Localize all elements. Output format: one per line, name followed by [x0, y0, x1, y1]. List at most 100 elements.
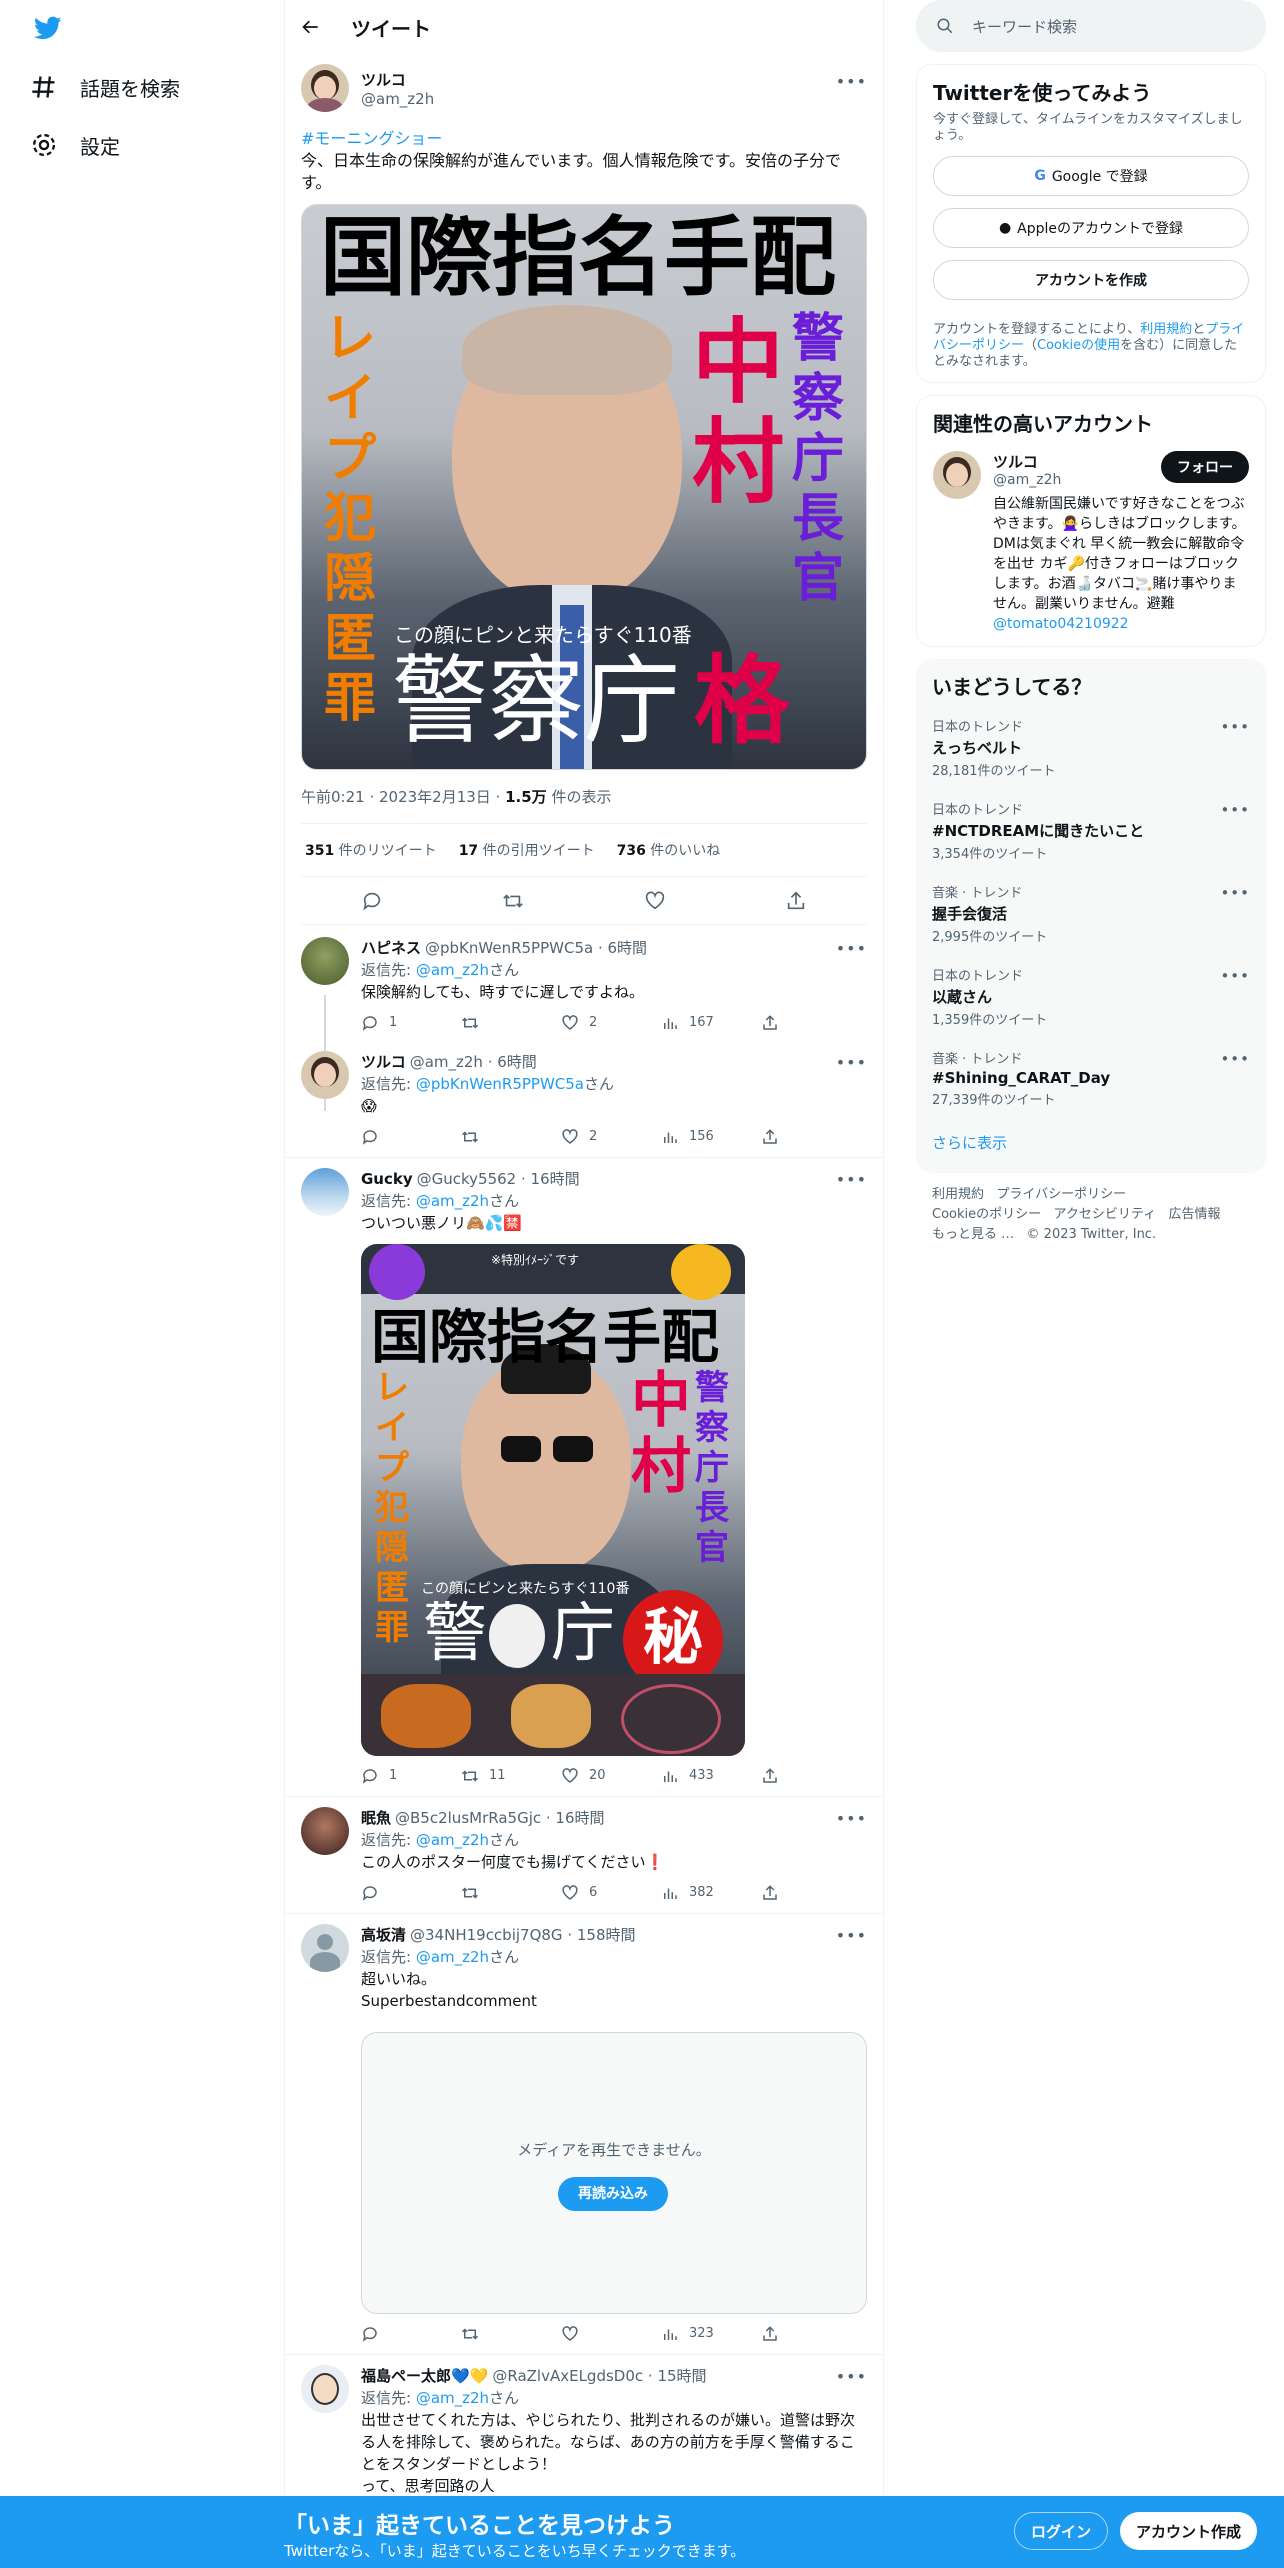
reply-author-name[interactable]: ハピネス: [361, 937, 421, 959]
share-icon[interactable]: [785, 890, 807, 912]
avatar[interactable]: [301, 1924, 349, 1972]
more-icon[interactable]: •••: [1220, 801, 1250, 819]
back-arrow-icon[interactable]: [301, 17, 321, 37]
hashtag-link[interactable]: #モーニングショー: [301, 129, 442, 148]
nav-explore[interactable]: 話題を検索: [30, 64, 180, 110]
reload-button[interactable]: 再読み込み: [558, 2177, 668, 2211]
avatar[interactable]: [301, 937, 349, 985]
more-icon[interactable]: •••: [836, 1170, 867, 1189]
views-button[interactable]: 382: [661, 1882, 761, 1904]
reply-image[interactable]: ※特別ｲﾒｰｼﾞです 国際指名手配 レイプ犯隠匿罪 警察庁長官 中村 この顔にピ…: [361, 1244, 745, 1756]
login-button[interactable]: ログイン: [1014, 2512, 1109, 2550]
search-input[interactable]: キーワード検索: [972, 16, 1077, 37]
like-button[interactable]: 2: [561, 1012, 661, 1034]
more-icon[interactable]: •••: [836, 72, 867, 91]
retweets-stat[interactable]: 351 件のリツイート: [305, 840, 437, 860]
reply-tweet[interactable]: ツルコ @am_z2h · 6時間 返信先: @pbKnWenR5PPWC5aさん…: [285, 1043, 883, 1158]
follow-button[interactable]: フォロー: [1161, 451, 1249, 483]
views-button[interactable]: 167: [661, 1012, 761, 1034]
reply-author-name[interactable]: 福島ペー太郎💙💛: [361, 2365, 488, 2387]
footer-cookie[interactable]: Cookieのポリシー: [932, 1207, 1041, 1222]
trend-item[interactable]: 日本のトレンド えっちベルト 28,181件のツイート •••: [932, 706, 1250, 789]
reply-button[interactable]: 1: [361, 1765, 461, 1787]
reply-author-handle[interactable]: @pbKnWenR5PPWC5a · 6時間: [425, 937, 647, 959]
tweet-image[interactable]: 国際指名手配 レイプ犯隠匿罪 警察庁長官 中村 この顔にピンと来たらすぐ110番…: [301, 204, 867, 770]
footer-ads[interactable]: 広告情報: [1169, 1207, 1221, 1222]
more-icon[interactable]: •••: [1220, 967, 1250, 985]
footer-accessibility[interactable]: アクセシビリティ: [1054, 1207, 1157, 1222]
reply-to-link[interactable]: @am_z2h: [416, 1948, 489, 1966]
reply-author-handle[interactable]: @Gucky5562 · 16時間: [417, 1168, 580, 1190]
reply-icon[interactable]: [361, 890, 383, 912]
views-button[interactable]: 323: [661, 2323, 761, 2345]
reply-to-link[interactable]: @pbKnWenR5PPWC5a: [416, 1075, 584, 1093]
reply-to-link[interactable]: @am_z2h: [416, 1831, 489, 1849]
reply-tweet[interactable]: ハピネス @pbKnWenR5PPWC5a · 6時間 返信先: @am_z2hさ…: [285, 925, 883, 1111]
reply-author-handle[interactable]: @B5c2lusMrRa5Gjc · 16時間: [395, 1807, 604, 1829]
nav-settings[interactable]: 設定: [30, 122, 120, 168]
quotes-stat[interactable]: 17 件の引用ツイート: [459, 840, 595, 860]
reply-button[interactable]: [361, 2325, 461, 2343]
reply-tweet[interactable]: 高坂清 @34NH19ccbij7Q8G · 158時間 返信先: @am_z2h…: [285, 1914, 883, 2355]
retweet-button[interactable]: 11: [461, 1765, 561, 1787]
like-icon[interactable]: [644, 890, 666, 912]
share-button[interactable]: [761, 1014, 861, 1032]
like-button[interactable]: 6: [561, 1882, 661, 1904]
avatar[interactable]: [301, 1051, 349, 1099]
more-icon[interactable]: •••: [1220, 1050, 1250, 1068]
reply-author-name[interactable]: Gucky: [361, 1168, 413, 1190]
reply-button[interactable]: [361, 1884, 461, 1902]
signup-button[interactable]: アカウント作成: [1120, 2512, 1258, 2550]
retweet-button[interactable]: [461, 2325, 561, 2343]
reply-button[interactable]: 1: [361, 1012, 461, 1034]
views-button[interactable]: 156: [661, 1126, 761, 1148]
views-button[interactable]: 433: [661, 1765, 761, 1787]
more-icon[interactable]: •••: [836, 939, 867, 958]
avatar[interactable]: [301, 1168, 349, 1216]
reply-to-link[interactable]: @am_z2h: [416, 2389, 489, 2407]
avatar[interactable]: [933, 451, 981, 499]
share-button[interactable]: [761, 1128, 861, 1146]
reply-author-handle[interactable]: @RaZlvAxELgdsD0c · 15時間: [492, 2365, 706, 2387]
reply-tweet[interactable]: 福島ペー太郎💙💛 @RaZlvAxELgdsD0c · 15時間 返信先: @am…: [285, 2355, 883, 2497]
like-button[interactable]: 20: [561, 1765, 661, 1787]
avatar[interactable]: [301, 64, 349, 112]
reply-author-handle[interactable]: @34NH19ccbij7Q8G · 158時間: [410, 1924, 635, 1946]
create-account-button[interactable]: アカウントを作成: [933, 260, 1249, 300]
footer-terms[interactable]: 利用規約: [932, 1187, 984, 1202]
reply-author-name[interactable]: 眠魚: [361, 1807, 391, 1829]
more-icon[interactable]: •••: [836, 1926, 867, 1945]
more-icon[interactable]: •••: [836, 2367, 867, 2386]
apple-signup-button[interactable]: ● Appleのアカウントで登録: [933, 208, 1249, 248]
retweet-button[interactable]: [461, 1884, 561, 1902]
reply-tweet[interactable]: Gucky @Gucky5562 · 16時間 返信先: @am_z2hさん つい…: [285, 1158, 883, 1797]
google-signup-button[interactable]: G Google で登録: [933, 156, 1249, 196]
cookie-link[interactable]: Cookieの使用: [1037, 338, 1120, 353]
bio-link[interactable]: @tomato04210922: [993, 616, 1129, 632]
reply-to-link[interactable]: @am_z2h: [416, 1192, 489, 1210]
author-name[interactable]: ツルコ: [361, 69, 434, 90]
trend-item[interactable]: 日本のトレンド #NCTDREAMに聞きたいこと 3,354件のツイート •••: [932, 789, 1250, 872]
avatar[interactable]: [301, 1807, 349, 1855]
reply-author-name[interactable]: 高坂清: [361, 1924, 406, 1946]
share-button[interactable]: [761, 1767, 861, 1785]
retweet-button[interactable]: [461, 1014, 561, 1032]
more-icon[interactable]: •••: [1220, 884, 1250, 902]
footer-more[interactable]: もっと見る …: [932, 1227, 1014, 1242]
reply-button[interactable]: [361, 1128, 461, 1146]
reply-tweet[interactable]: 眠魚 @B5c2lusMrRa5Gjc · 16時間 返信先: @am_z2hさん…: [285, 1797, 883, 1914]
retweet-button[interactable]: [461, 1128, 561, 1146]
twitter-bird-icon[interactable]: [32, 14, 64, 42]
tweet-time[interactable]: 午前0:21 · 2023年2月13日 ·: [301, 788, 505, 806]
share-button[interactable]: [761, 2325, 861, 2343]
trend-item[interactable]: 音楽 · トレンド 握手会復活 2,995件のツイート •••: [932, 872, 1250, 955]
more-icon[interactable]: •••: [836, 1053, 867, 1072]
show-more-link[interactable]: さらに表示: [932, 1134, 1007, 1152]
trend-item[interactable]: 日本のトレンド 以蔵さん 1,359件のツイート •••: [932, 955, 1250, 1038]
retweet-icon[interactable]: [502, 890, 524, 912]
share-button[interactable]: [761, 1884, 861, 1902]
search-bar[interactable]: キーワード検索: [916, 0, 1266, 52]
footer-privacy[interactable]: プライバシーポリシー: [996, 1187, 1126, 1202]
avatar[interactable]: [301, 2365, 349, 2413]
terms-link[interactable]: 利用規約: [1140, 322, 1192, 337]
